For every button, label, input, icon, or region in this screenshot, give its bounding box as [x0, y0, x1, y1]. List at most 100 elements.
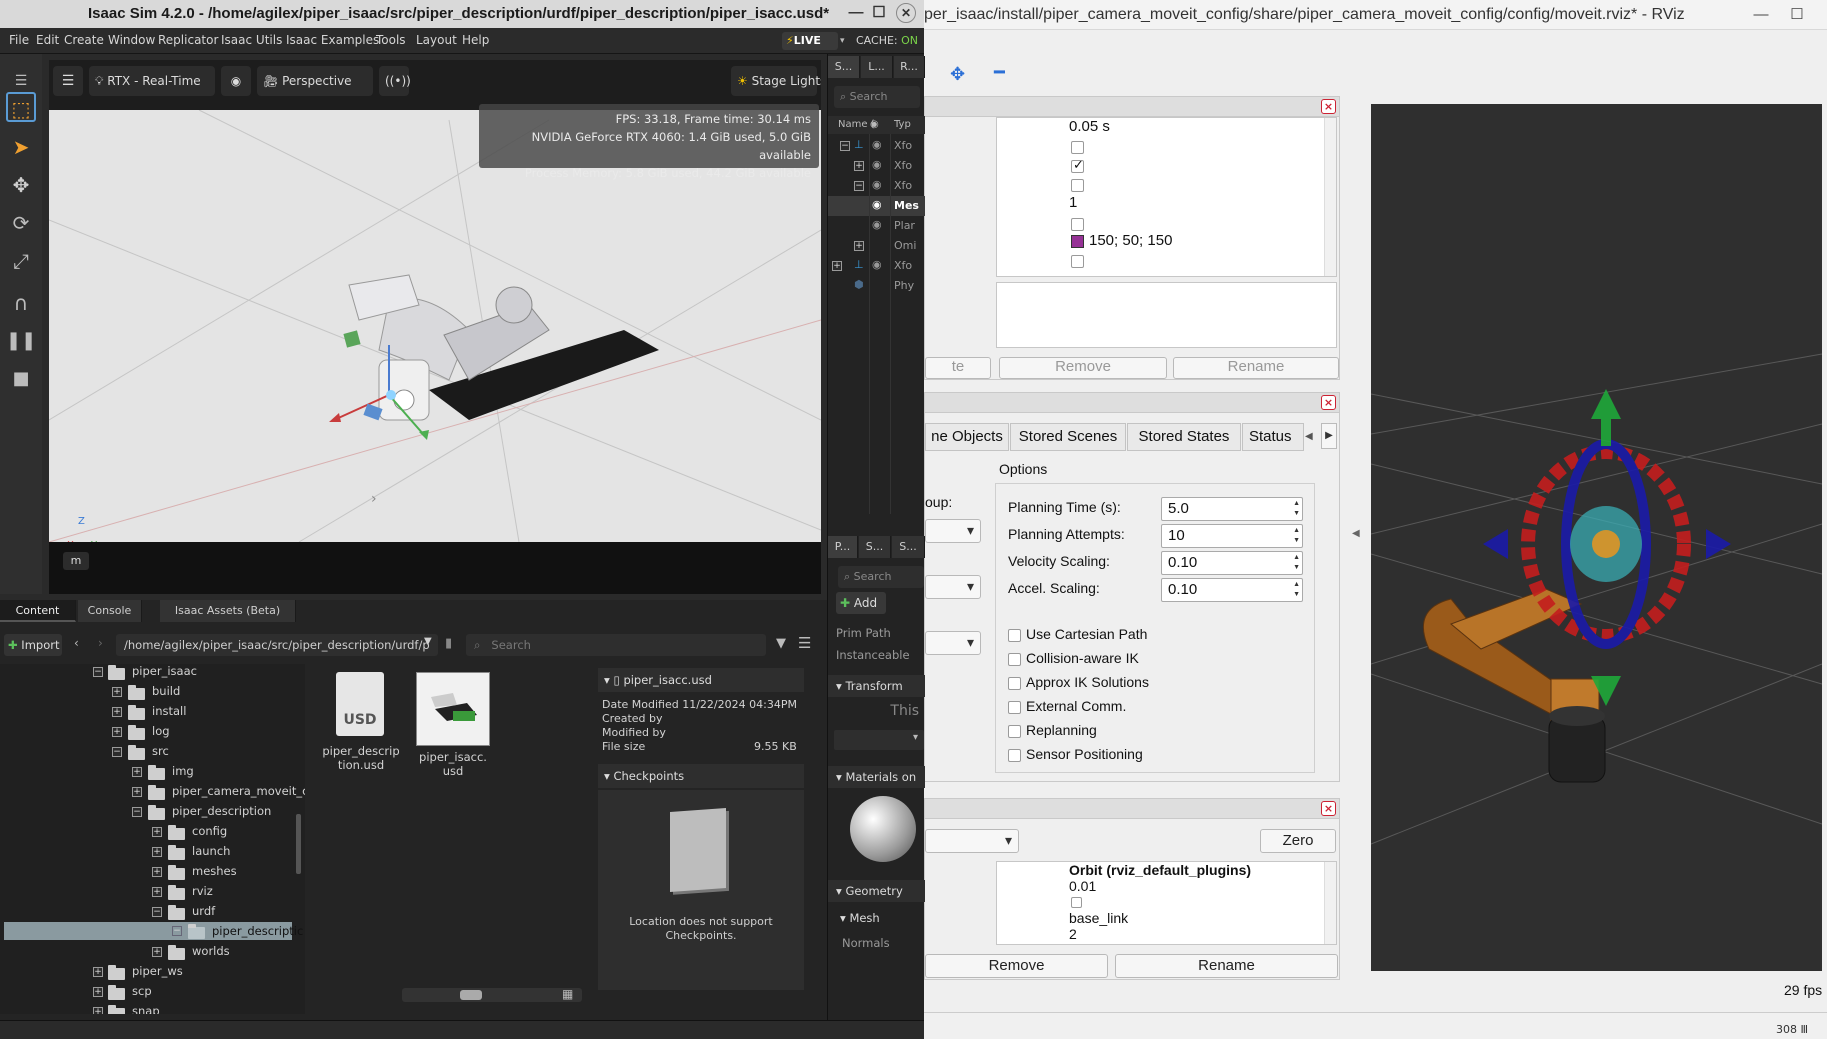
- mesh-section[interactable]: ▾ Mesh: [828, 907, 925, 929]
- signal-icon[interactable]: ((•)): [379, 66, 411, 96]
- eye-icon[interactable]: ◉: [221, 66, 251, 96]
- bookmark-icon[interactable]: ▮: [445, 636, 452, 651]
- tree-item[interactable]: src: [152, 744, 169, 758]
- close-icon[interactable]: ✕: [896, 3, 916, 23]
- accel-scaling-spinbox[interactable]: 0.10: [1161, 578, 1303, 602]
- tree-item[interactable]: build: [152, 684, 180, 698]
- slider-handle[interactable]: [460, 990, 482, 1000]
- tab-isaac-assets[interactable]: Isaac Assets (Beta): [160, 600, 296, 622]
- menu-window[interactable]: Window: [108, 33, 155, 47]
- scrollbar[interactable]: [296, 814, 301, 874]
- filter-icon[interactable]: ▼: [776, 636, 786, 651]
- import-button[interactable]: ✚ Import: [4, 634, 62, 656]
- select-mode-icon[interactable]: ⬚: [6, 92, 36, 122]
- menu-isaac-utils[interactable]: Isaac Utils: [221, 33, 282, 47]
- chevron-down-icon[interactable]: ▾: [840, 32, 850, 50]
- tree-item-selected[interactable]: − piper_descriptic: [4, 922, 303, 940]
- rename-view-button[interactable]: Rename: [1115, 954, 1338, 978]
- property-checkbox[interactable]: [1071, 897, 1082, 908]
- remove-view-button[interactable]: Remove: [925, 954, 1108, 978]
- rotate-icon[interactable]: ⟳: [6, 208, 36, 238]
- tree-item[interactable]: worlds: [192, 944, 230, 958]
- tab-scene-objects[interactable]: ne Objects: [925, 423, 1009, 451]
- color-swatch[interactable]: [1071, 235, 1084, 248]
- forward-icon[interactable]: ›: [98, 636, 103, 650]
- tab-console[interactable]: Console: [78, 600, 142, 622]
- property-checkbox[interactable]: [1071, 158, 1084, 173]
- scale-icon[interactable]: ⤢: [6, 246, 36, 276]
- move-icon[interactable]: ✥: [6, 170, 36, 200]
- geometry-section[interactable]: ▾ Geometry: [828, 880, 925, 902]
- remove-button[interactable]: Remove: [999, 357, 1167, 379]
- snap-icon[interactable]: ∩: [6, 288, 36, 318]
- view-type-select[interactable]: [925, 829, 1019, 853]
- tab-status[interactable]: Status: [1242, 423, 1304, 451]
- tree-item[interactable]: urdf: [192, 904, 215, 918]
- tab-stage[interactable]: S...: [828, 56, 860, 78]
- goal-state-select[interactable]: [925, 631, 981, 655]
- menu-isaac-examples[interactable]: Isaac Examples: [286, 33, 379, 47]
- tree-item[interactable]: config: [192, 824, 227, 838]
- planning-group-select[interactable]: [925, 519, 981, 543]
- tab-stored-scenes[interactable]: Stored Scenes: [1010, 423, 1126, 451]
- tree-item[interactable]: piper_description: [172, 804, 271, 818]
- tree-item[interactable]: meshes: [192, 864, 237, 878]
- stage-row-selected[interactable]: ◉ Mes: [828, 196, 925, 216]
- tree-item[interactable]: piper_ws: [132, 964, 183, 978]
- tree-item[interactable]: piper_isaac: [132, 664, 197, 678]
- viewport[interactable]: › ☰ 💡︎ RTX - Real-Time ◉ 🎥︎ Perspective …: [49, 60, 821, 594]
- collision-aware-ik-checkbox[interactable]: [1008, 653, 1021, 666]
- tab-simready[interactable]: S...: [892, 536, 925, 558]
- property-search-input[interactable]: ⌕ Search: [838, 566, 924, 588]
- chevron-down-icon[interactable]: ▼: [424, 636, 432, 647]
- maximize-icon[interactable]: ☐: [1786, 4, 1808, 26]
- remove-tool-icon[interactable]: ━: [994, 62, 1005, 83]
- add-tool-icon[interactable]: ✥: [950, 64, 965, 85]
- render-mode-button[interactable]: 💡︎ RTX - Real-Time: [89, 66, 215, 96]
- back-icon[interactable]: ‹: [74, 636, 79, 650]
- collapse-arrow-icon[interactable]: ◀: [1352, 528, 1360, 539]
- tree-item[interactable]: scp: [132, 984, 152, 998]
- stage-row[interactable]: ◉ Plar: [828, 216, 925, 236]
- stage-search-input[interactable]: ⌕ Search: [834, 86, 920, 108]
- add-button[interactable]: ✚ Add: [836, 592, 886, 614]
- file-item[interactable]: USD piper_descrip tion.usd: [322, 672, 400, 782]
- tab-stored-states[interactable]: Stored States: [1127, 423, 1241, 451]
- stop-icon[interactable]: ■: [6, 364, 36, 394]
- menu-tools[interactable]: Tools: [376, 33, 406, 47]
- stage-row[interactable]: + Omi: [828, 236, 925, 256]
- stage-row[interactable]: ⬢ Phy: [828, 276, 925, 296]
- rviz-3d-view[interactable]: [1371, 104, 1822, 971]
- menu-icon[interactable]: ☰: [798, 634, 811, 652]
- file-item[interactable]: piper_isacc. usd: [408, 672, 490, 782]
- view-properties[interactable]: Orbit (rviz_default_plugins) 0.01 base_l…: [996, 861, 1337, 945]
- duplicate-button[interactable]: te: [925, 357, 991, 379]
- tab-property[interactable]: P...: [828, 536, 858, 558]
- tree-item[interactable]: img: [172, 764, 194, 778]
- scrollbar[interactable]: [1324, 118, 1336, 276]
- tree-item[interactable]: launch: [192, 844, 230, 858]
- stage-lights-button[interactable]: ☀ Stage Lights: [731, 66, 821, 96]
- property-checkbox[interactable]: [1071, 141, 1084, 154]
- tab-render[interactable]: R...: [894, 56, 925, 78]
- rename-button[interactable]: Rename: [1173, 357, 1339, 379]
- start-state-select[interactable]: [925, 575, 981, 599]
- path-field[interactable]: /home/agilex/piper_isaac/src/piper_descr…: [116, 634, 438, 656]
- zoom-slider[interactable]: ▦: [402, 987, 582, 1002]
- tree-item[interactable]: rviz: [192, 884, 213, 898]
- close-icon[interactable]: ×: [1321, 99, 1336, 114]
- scrollbar[interactable]: [1324, 862, 1336, 944]
- tab-scroll-left-icon[interactable]: ◀: [1305, 425, 1319, 449]
- menu-help[interactable]: Help: [462, 33, 489, 47]
- minimize-icon[interactable]: —: [845, 2, 867, 24]
- menu-create[interactable]: Create: [64, 33, 104, 47]
- checkpoints-section[interactable]: ▾ Checkpoints: [598, 764, 804, 788]
- tree-item[interactable]: log: [152, 724, 170, 738]
- tab-semantics[interactable]: S...: [859, 536, 891, 558]
- close-icon[interactable]: ×: [1321, 801, 1336, 816]
- tab-scroll-right-icon[interactable]: ▶: [1321, 423, 1337, 449]
- stage-row[interactable]: − ⊥ ◉ Xfo: [828, 136, 925, 156]
- menu-layout[interactable]: Layout: [416, 33, 457, 47]
- materials-section[interactable]: ▾ Materials on: [828, 766, 925, 788]
- live-button[interactable]: ⚡LIVE: [782, 32, 838, 50]
